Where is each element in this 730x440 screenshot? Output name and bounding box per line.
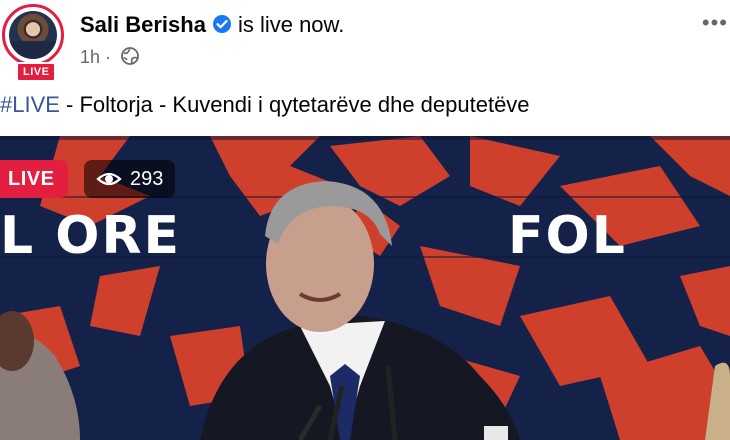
brand-logo-right: FOL <box>508 206 627 266</box>
viewer-count: 293 <box>130 168 164 190</box>
avatar-live-badge: LIVE <box>16 62 57 82</box>
author-avatar-link[interactable]: LIVE <box>0 4 68 82</box>
live-badge: LIVE <box>0 160 69 198</box>
post-meta: 1h · <box>80 46 140 68</box>
globe-icon[interactable] <box>120 46 140 66</box>
author-name-link[interactable]: Sali Berisha <box>80 12 206 37</box>
caption-text: - Foltorja - Kuvendi i qytetarëve dhe de… <box>59 92 530 117</box>
viewer-count-badge: 293 <box>84 160 176 198</box>
hashtag-link[interactable]: #LIVE <box>0 92 60 117</box>
author-line: Sali Berisha is live now. <box>80 12 344 38</box>
meta-separator: · <box>105 47 112 67</box>
live-status-text: is live now. <box>237 12 345 37</box>
avatar <box>9 11 57 59</box>
more-options-icon[interactable]: ••• <box>702 10 728 36</box>
post-timestamp[interactable]: 1h <box>80 47 100 67</box>
live-ring <box>2 4 64 66</box>
brand-logo-left: L ORE <box>0 206 182 266</box>
verified-badge-icon <box>212 15 231 33</box>
post-caption: #LIVE - Foltorja - Kuvendi i qytetarëve … <box>0 92 530 118</box>
eye-icon <box>96 172 122 186</box>
live-video-player[interactable]: L ORE FOL LIVE 293 <box>0 136 730 440</box>
post-header: LIVE Sali Berisha is live now. 1h · ••• <box>0 0 730 82</box>
